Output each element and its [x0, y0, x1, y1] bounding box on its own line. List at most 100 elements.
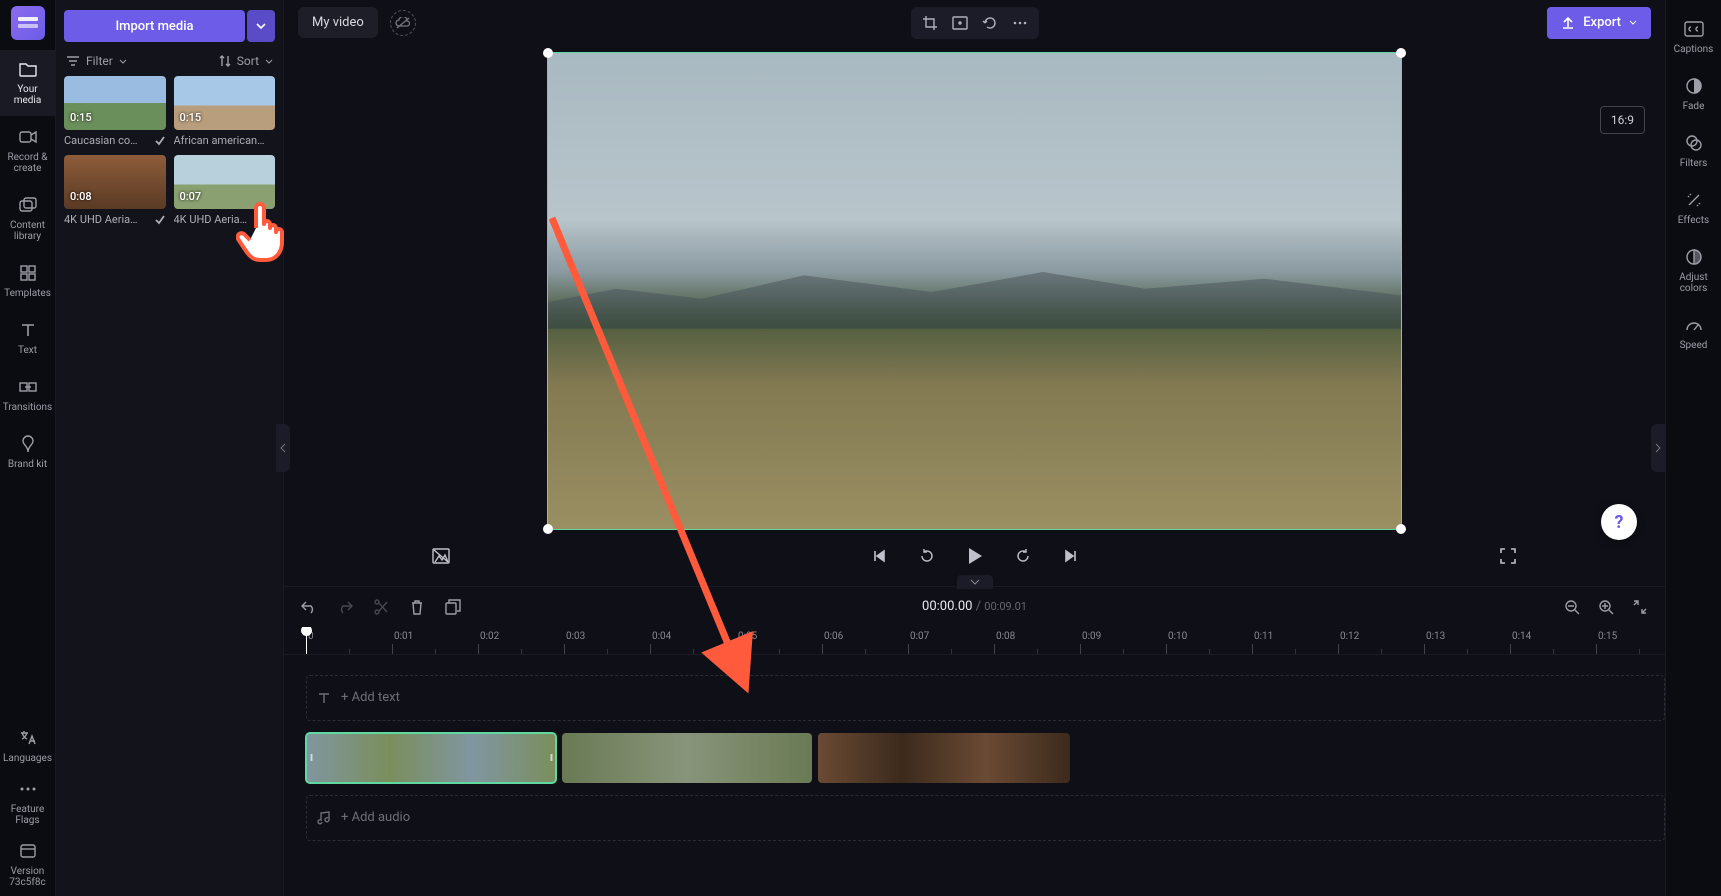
media-thumbnail[interactable]: 0:15: [174, 76, 276, 130]
video-track[interactable]: || ||: [306, 731, 1665, 785]
more-tools-button[interactable]: [1005, 11, 1035, 35]
right-item-adjust-colors[interactable]: Adjust colors: [1666, 238, 1721, 304]
right-item-filters[interactable]: Filters: [1666, 124, 1721, 179]
import-media-dropdown[interactable]: [247, 10, 275, 42]
media-clip[interactable]: 0:15 Caucasian co…: [64, 76, 166, 147]
sidebar-item-label: Record & create: [4, 152, 52, 174]
timeline-clip[interactable]: [818, 733, 1070, 783]
resize-handle[interactable]: [543, 48, 553, 58]
canvas-tools: [911, 7, 1039, 39]
rewind-button[interactable]: [914, 543, 940, 569]
ruler-tick: 0:08: [994, 627, 1080, 654]
scissors-icon: [374, 599, 388, 615]
media-thumbnail[interactable]: 0:08: [64, 155, 166, 209]
sidebar-item-label: Brand kit: [8, 459, 47, 470]
media-clip[interactable]: 0:07 4K UHD Aeria…: [174, 155, 276, 226]
sidebar-item-your-media[interactable]: Your media: [0, 50, 56, 116]
app-logo-icon[interactable]: [11, 6, 45, 40]
skip-end-icon: [1064, 549, 1078, 563]
duplicate-icon: [445, 599, 461, 615]
sidebar-item-languages[interactable]: Languages: [0, 721, 56, 772]
export-button[interactable]: Export: [1547, 7, 1651, 39]
right-item-speed[interactable]: Speed: [1666, 306, 1721, 361]
rotate-button[interactable]: [975, 11, 1005, 35]
filter-button[interactable]: Filter: [66, 54, 127, 68]
ruler-tick: 0:15: [1596, 627, 1665, 654]
timeline-clip[interactable]: || ||: [306, 733, 556, 783]
version-icon: [17, 840, 39, 862]
resize-handle[interactable]: [1396, 524, 1406, 534]
zoom-in-icon: [1598, 599, 1614, 615]
sidebar-item-transitions[interactable]: Transitions: [0, 368, 56, 423]
fullscreen-button[interactable]: [1495, 543, 1521, 569]
split-button[interactable]: [370, 596, 392, 618]
redo-button[interactable]: [334, 596, 356, 618]
sidebar-item-feature-flags[interactable]: Feature Flags: [0, 772, 56, 834]
timeline-clip[interactable]: [562, 733, 812, 783]
preview-area: 16:9: [284, 46, 1665, 586]
resize-handle[interactable]: [543, 524, 553, 534]
clip-name: 4K UHD Aeria…: [174, 213, 276, 226]
collapse-timeline-button[interactable]: [957, 575, 993, 589]
collapse-right-panel-button[interactable]: [1651, 424, 1665, 472]
forward-button[interactable]: [1010, 543, 1036, 569]
sidebar-item-brand-kit[interactable]: Brand kit: [0, 425, 56, 480]
media-thumbnail[interactable]: 0:07: [174, 155, 276, 209]
skip-start-button[interactable]: [866, 543, 892, 569]
right-item-captions[interactable]: Captions: [1666, 10, 1721, 65]
right-item-label: Adjust colors: [1670, 272, 1718, 294]
right-rail: Captions Fade Filters Effects Adjust col…: [1665, 0, 1721, 896]
sort-button[interactable]: Sort: [219, 54, 273, 68]
brand-kit-icon: [17, 433, 39, 455]
crop-button[interactable]: [915, 11, 945, 35]
zoom-out-button[interactable]: [1561, 596, 1583, 618]
upload-icon: [1561, 16, 1575, 30]
timeline-ruler[interactable]: 00:010:020:030:040:050:060:070:080:090:1…: [284, 627, 1665, 655]
delete-button[interactable]: [406, 596, 428, 618]
aspect-ratio-button[interactable]: 16:9: [1600, 106, 1645, 134]
clip-duration: 0:15: [70, 111, 92, 124]
sidebar-item-record[interactable]: Record & create: [0, 118, 56, 184]
duplicate-button[interactable]: [442, 596, 464, 618]
safe-zones-button[interactable]: [428, 543, 454, 569]
import-media-button[interactable]: Import media: [64, 10, 245, 42]
text-icon: [317, 691, 331, 705]
play-button[interactable]: [962, 543, 988, 569]
clip-trim-handle[interactable]: ||: [546, 733, 556, 783]
clip-trim-handle[interactable]: ||: [306, 733, 316, 783]
sidebar-item-templates[interactable]: Templates: [0, 254, 56, 309]
filter-icon: [66, 55, 80, 67]
cloud-sync-icon[interactable]: [390, 10, 416, 36]
sidebar-item-label: Templates: [4, 288, 51, 299]
sidebar-item-label: Feature Flags: [4, 804, 52, 826]
resize-handle[interactable]: [1396, 48, 1406, 58]
sidebar-item-content-library[interactable]: Content library: [0, 186, 56, 252]
media-clip[interactable]: 0:08 4K UHD Aeria…: [64, 155, 166, 226]
total-duration: 00:09.01: [984, 600, 1027, 613]
right-item-label: Fade: [1683, 101, 1705, 112]
media-thumbnail[interactable]: 0:15: [64, 76, 166, 130]
text-track[interactable]: + Add text: [306, 675, 1665, 721]
play-icon: [967, 547, 983, 565]
right-item-label: Effects: [1678, 215, 1709, 226]
fit-button[interactable]: [945, 11, 975, 35]
sidebar-item-text[interactable]: Text: [0, 311, 56, 366]
text-icon: [17, 319, 39, 341]
audio-track[interactable]: + Add audio: [306, 795, 1665, 841]
skip-end-button[interactable]: [1058, 543, 1084, 569]
fade-icon: [1683, 75, 1705, 97]
right-item-fade[interactable]: Fade: [1666, 67, 1721, 122]
zoom-in-button[interactable]: [1595, 596, 1617, 618]
help-button[interactable]: ?: [1601, 504, 1637, 540]
undo-button[interactable]: [298, 596, 320, 618]
zoom-fit-button[interactable]: [1629, 596, 1651, 618]
project-title[interactable]: My video: [298, 7, 378, 38]
added-check-icon: [154, 214, 166, 226]
playhead[interactable]: [306, 627, 307, 655]
sidebar-item-label: Version 73c5f8c: [4, 866, 52, 888]
preview-canvas[interactable]: [547, 52, 1402, 530]
sidebar-item-version[interactable]: Version 73c5f8c: [0, 834, 56, 896]
media-clip[interactable]: 0:15 African american…: [174, 76, 276, 147]
right-item-effects[interactable]: Effects: [1666, 181, 1721, 236]
left-rail: Your media Record & create Content libra…: [0, 0, 56, 896]
